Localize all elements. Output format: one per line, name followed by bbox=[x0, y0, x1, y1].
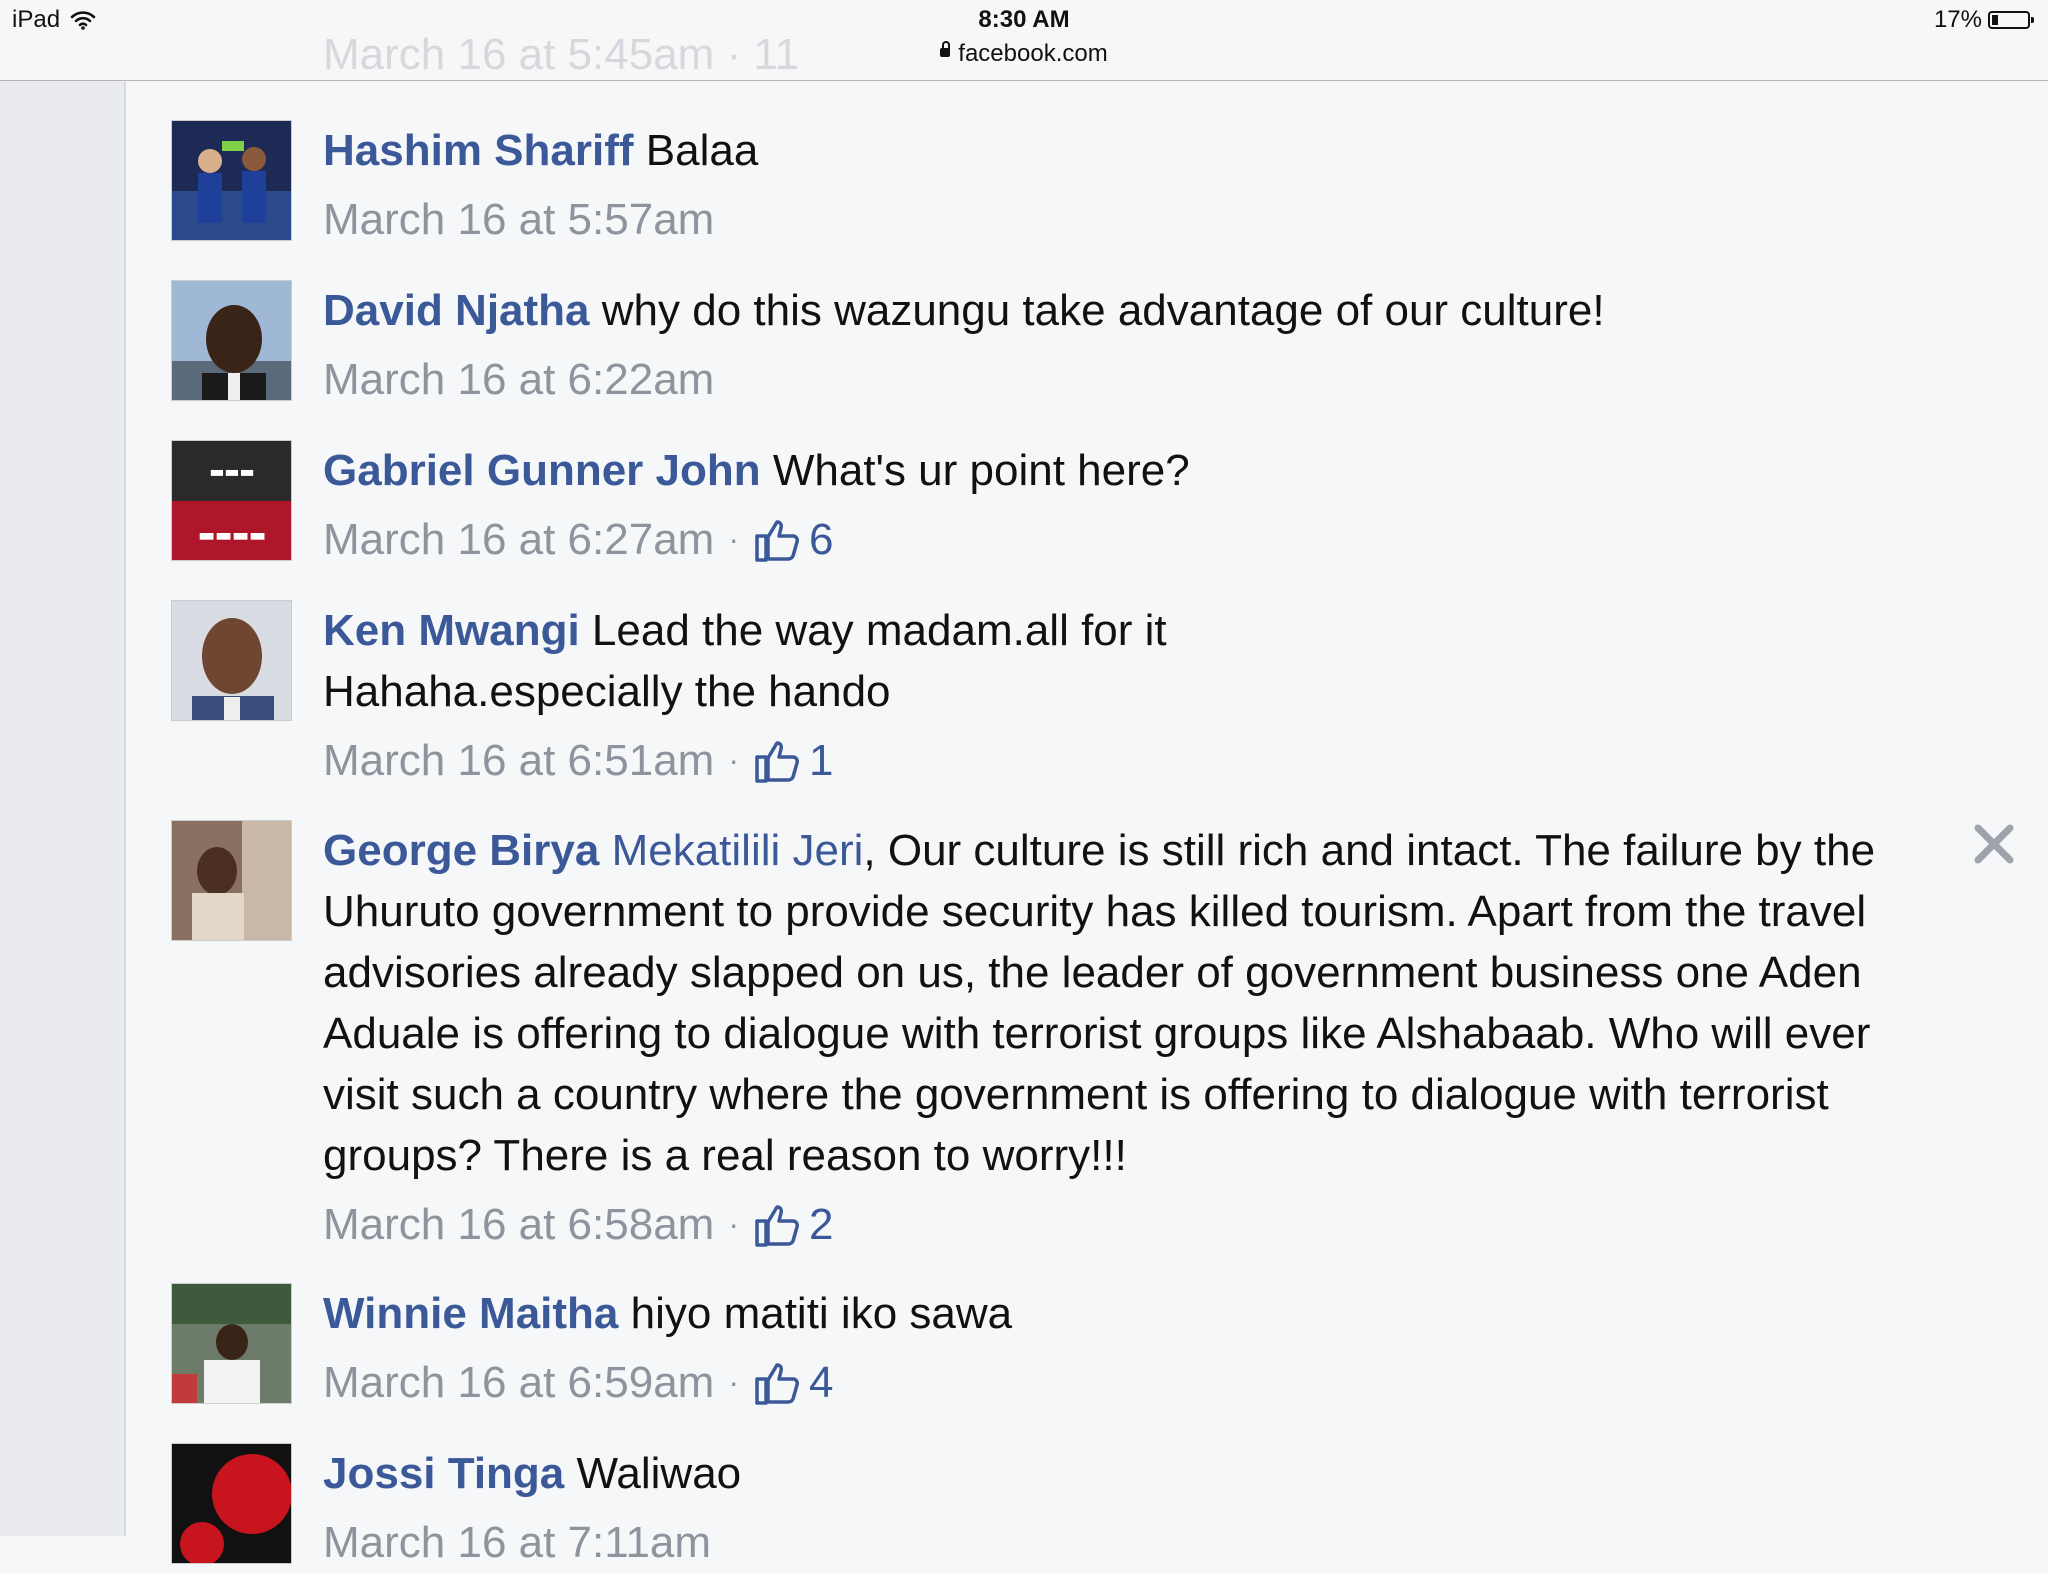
url-bar[interactable]: facebook.com bbox=[0, 40, 2048, 68]
comment-text: , Our culture is still rich and intact. … bbox=[323, 826, 1876, 1180]
like-count[interactable]: 1 bbox=[753, 730, 833, 791]
avatar[interactable] bbox=[171, 1443, 292, 1564]
separator: · bbox=[728, 521, 739, 557]
comment-text: What's ur point here? bbox=[772, 446, 1190, 495]
avatar[interactable] bbox=[171, 600, 292, 721]
avatar[interactable]: ▬▬▬ ▬▬▬▬ bbox=[171, 440, 292, 561]
comment-timestamp[interactable]: March 16 at 5:57am bbox=[323, 189, 714, 250]
comment-timestamp[interactable]: March 16 at 6:27am bbox=[323, 509, 714, 570]
comment-text: Balaa bbox=[645, 126, 759, 175]
url-text: facebook.com bbox=[958, 40, 1108, 67]
avatar[interactable] bbox=[171, 280, 292, 401]
comment-author[interactable]: Gabriel Gunner John bbox=[323, 446, 761, 495]
left-gutter bbox=[0, 80, 126, 1536]
comment-timestamp[interactable]: March 16 at 6:58am bbox=[323, 1194, 714, 1255]
comment-text: hiyo matiti iko sawa bbox=[630, 1289, 1013, 1338]
avatar[interactable] bbox=[171, 1283, 292, 1404]
svg-text:▬▬▬▬: ▬▬▬▬ bbox=[198, 525, 266, 546]
thumbs-up-icon bbox=[755, 1204, 799, 1247]
separator: · bbox=[728, 742, 739, 778]
like-count[interactable]: 6 bbox=[753, 509, 833, 570]
battery-level bbox=[1992, 15, 1998, 25]
comment-timestamp[interactable]: March 16 at 6:22am bbox=[323, 349, 714, 410]
battery-icon bbox=[1988, 11, 2034, 29]
avatar[interactable] bbox=[171, 820, 292, 941]
comment-author[interactable]: Winnie Maitha bbox=[323, 1289, 618, 1338]
comment-timestamp[interactable]: March 16 at 7:11am bbox=[323, 1512, 711, 1573]
comment-author[interactable]: David Njatha bbox=[323, 286, 590, 335]
comment-author[interactable]: Hashim Shariff bbox=[323, 126, 634, 175]
lock-icon bbox=[940, 41, 951, 58]
comment-author[interactable]: Jossi Tinga bbox=[323, 1449, 564, 1498]
like-count[interactable]: 4 bbox=[753, 1352, 833, 1413]
comment-author[interactable]: Ken Mwangi bbox=[323, 606, 580, 655]
comment-mention[interactable]: Mekatilili Jeri bbox=[612, 826, 864, 875]
separator: · bbox=[728, 1206, 739, 1242]
close-icon[interactable] bbox=[1970, 820, 2018, 868]
avatar[interactable] bbox=[171, 120, 292, 241]
thumbs-up-icon bbox=[755, 519, 799, 562]
comment-text: Waliwao bbox=[576, 1449, 742, 1498]
thumbs-up-icon bbox=[755, 1362, 799, 1405]
battery-percent: 17% bbox=[1933, 6, 1982, 33]
like-count[interactable]: 2 bbox=[753, 1194, 833, 1255]
status-bar: March 16 at 5:45am · 11 iPad 8:30 AM fac… bbox=[0, 0, 2048, 81]
thumbs-up-icon bbox=[755, 740, 799, 783]
comment-author[interactable]: George Birya bbox=[323, 826, 599, 875]
clock: 8:30 AM bbox=[978, 6, 1070, 33]
svg-text:▬▬▬: ▬▬▬ bbox=[209, 462, 254, 481]
comment-text: why do this wazungu take advantage of ou… bbox=[601, 286, 1605, 335]
separator: · bbox=[728, 1364, 739, 1400]
comment-timestamp[interactable]: March 16 at 6:59am bbox=[323, 1352, 714, 1413]
comment-timestamp[interactable]: March 16 at 6:51am bbox=[323, 730, 714, 791]
